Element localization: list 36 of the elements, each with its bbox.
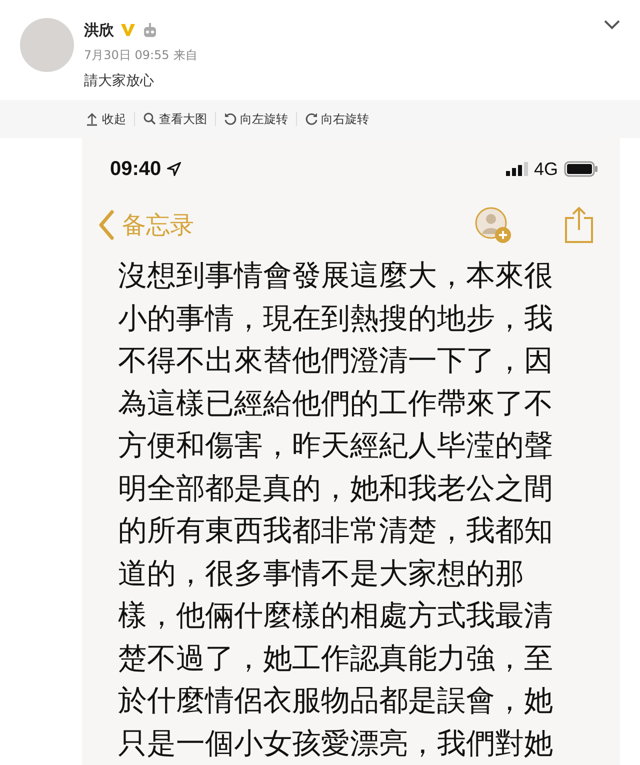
toolbar-link[interactable]: 向右旋转 (297, 110, 377, 128)
chevron-down-icon[interactable] (604, 20, 620, 30)
note-text-line: 於什麼情侶衣服物品都是誤會，她 (118, 682, 554, 719)
note-text-line: 不得不出來替他們澄清一下了，因 (118, 342, 554, 379)
share-icon[interactable] (564, 206, 594, 244)
post-time[interactable]: 7月30日 09:55 (84, 47, 170, 64)
add-person-icon[interactable] (474, 206, 512, 244)
note-text-line: 為這樣已經給他們的工作帶來了不 (118, 384, 554, 422)
avatar[interactable] (20, 18, 74, 72)
note-text-line: 沒想到事情會發展這麼大，本來很 (118, 257, 554, 294)
note-text-line: 明全部都是真的，她和我老公之間 (118, 470, 554, 506)
rotate-right-icon (305, 112, 318, 126)
note-text-line: 楚不過了，她工作認真能力強，至 (118, 640, 554, 676)
upload-arrow-icon (86, 112, 99, 126)
note-text-line: 方便和傷害，昨天經紀人毕滢的聲 (118, 427, 554, 464)
network-label: 4G (534, 158, 558, 180)
battery-icon (564, 161, 598, 177)
note-text-line: 道的，很多事情不是大家想的那 (118, 554, 525, 592)
source-label: 来自 (173, 47, 198, 64)
verified-icon (120, 23, 136, 37)
signal-icon (506, 162, 528, 176)
toolbar-link[interactable]: 向左旋转 (216, 110, 296, 128)
rotate-left-icon (224, 112, 237, 126)
note-text-line: 的所有東西我都非常清楚，我都知 (118, 512, 554, 549)
author-name[interactable]: 洪欣 (84, 20, 114, 40)
note-text-line: 樣，他倆什麼樣的相處方式我最清 (118, 597, 554, 634)
location-arrow-icon (167, 162, 182, 176)
note-text-line: 小的事情，現在到熱搜的地步，我 (118, 300, 554, 336)
toolbar-link[interactable]: 查看大图 (135, 110, 215, 128)
toolbar-link[interactable]: 收起 (78, 110, 134, 128)
status-time: 09:40 (110, 158, 162, 180)
chevron-left-icon (98, 210, 114, 240)
robot-icon (142, 22, 158, 38)
note-text-line: 只是一個小女孩愛漂亮，我們對她 (118, 724, 554, 762)
post-text: 請大家放心 (84, 72, 155, 90)
search-icon (143, 112, 156, 126)
